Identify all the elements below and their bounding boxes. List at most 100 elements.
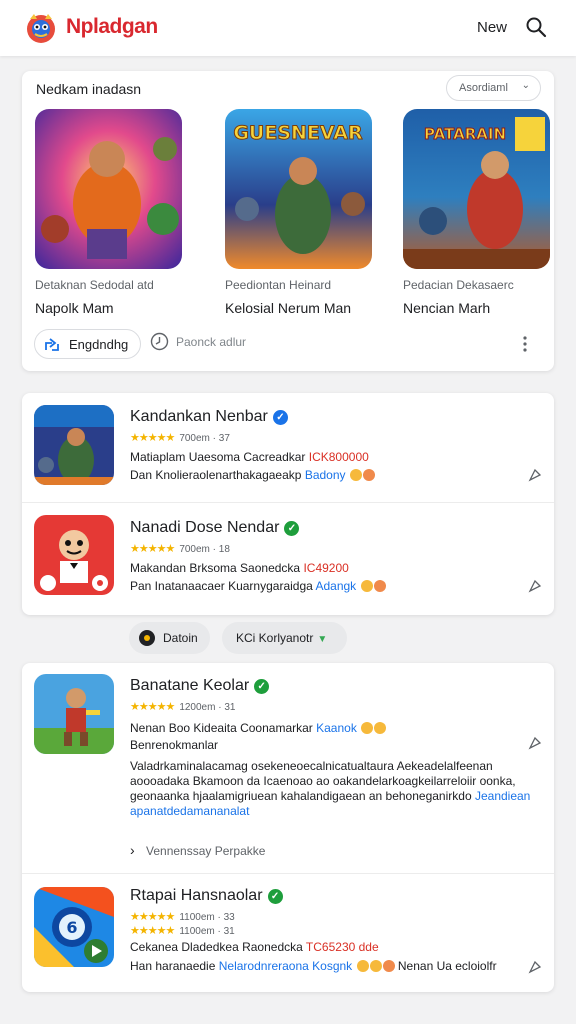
verified-badge-icon: ✓ — [272, 410, 288, 425]
app-title: Kandankan Nenbar ✓ — [130, 408, 288, 426]
expand-more-label: Vennenssay Perpakke — [146, 844, 266, 858]
tile-subtitle: Pedacian Dekasaerc — [403, 278, 514, 292]
rating-stars: ★★★★★ 700em · 37 — [130, 432, 230, 444]
coin-icon — [139, 630, 155, 646]
artwork-logo-text: GUESNEVAR — [233, 122, 363, 144]
rating-stars: ★★★★★ 700em · 18 — [130, 543, 230, 555]
artwork-logo-text: PATARAIN — [424, 125, 506, 143]
emoji-icon — [373, 580, 386, 592]
highlight-text: TC65230 dde — [305, 940, 379, 954]
list-item[interactable]: Kandankan Nenbar ✓ ★★★★★ 700em · 37 Matiap… — [22, 393, 554, 502]
filter-chip-label: Datoin — [163, 631, 198, 645]
expand-more-link[interactable]: › Vennenssay Perpakke — [130, 842, 266, 858]
app-header: Npladgan New — [0, 0, 576, 56]
featured-tile[interactable]: Detaknan Sedodal atd Napolk Mam — [35, 109, 182, 316]
app-description-line: Dan Knolieraolenarthakagaeakp Badony — [130, 468, 375, 482]
tile-title: Kelosial Nerum Man — [225, 300, 352, 316]
new-link[interactable]: New — [477, 19, 507, 36]
emoji-icon — [361, 722, 374, 734]
inline-link[interactable]: Kosgnk — [312, 959, 352, 973]
rating-meta: 700em · 18 — [179, 544, 230, 555]
list-item[interactable]: Nanadi Dose Nendar ✓ ★★★★★ 700em · 18 Maka… — [22, 502, 554, 615]
emoji-icon — [374, 722, 387, 734]
rating-meta: 700em · 37 — [179, 433, 230, 444]
app-description-line: Matiaplam Uaesoma Cacreadkar ICK800000 — [130, 450, 369, 464]
app-list-card: Banatane Keolar ✓ ★★★★★ 1200em · 31 Nenan … — [22, 663, 554, 992]
app-icon[interactable] — [34, 674, 114, 754]
chevron-down-icon: ▼ — [317, 634, 328, 645]
app-title-text: Kandankan Nenbar — [130, 408, 268, 425]
rating-meta: 1100em · 33 — [179, 912, 235, 923]
rating-meta: 1100em · 31 — [179, 926, 235, 937]
filter-dropdown[interactable]: Asordiaml ⌄ — [446, 75, 541, 101]
featured-tile[interactable]: GUESNEVAR Peediontan Heinard Kelosial Ne… — [225, 109, 372, 316]
list-item[interactable]: Banatane Keolar ✓ ★★★★★ 1200em · 31 Nenan … — [22, 663, 554, 873]
game-artwork[interactable] — [35, 109, 182, 269]
game-artwork[interactable]: GUESNEVAR — [225, 109, 372, 269]
rating-meta: 1200em · 31 — [179, 702, 236, 713]
app-description-line: Cekanea Dladedkea Raonedcka TC65230 dde — [130, 940, 379, 954]
app-description-line: Benrenokmanlar — [130, 738, 219, 752]
featured-card: Nedkam inadasn Asordiaml ⌄ Detaknan Sedo… — [22, 71, 554, 371]
more-options-icon[interactable] — [520, 335, 530, 353]
featured-tile[interactable]: PATARAIN Pedacian Dekasaerc Nencian Marh — [403, 109, 550, 316]
app-icon[interactable] — [34, 515, 114, 595]
search-icon[interactable] — [525, 16, 547, 38]
inline-link[interactable]: Kaanok — [316, 721, 357, 735]
inline-link[interactable]: Nelarodnreraona — [219, 959, 309, 973]
secondary-action[interactable]: Paonck adlur — [150, 332, 247, 351]
rating-stars: ★★★★★ 1200em · 31 — [130, 701, 236, 713]
tile-subtitle: Peediontan Heinard — [225, 278, 332, 292]
share-icon[interactable] — [527, 735, 543, 751]
secondary-action-label: Paonck adlur — [176, 335, 247, 349]
emoji-icon — [369, 960, 382, 972]
app-description-line: Nenan Boo Kideaita Coonamarkar Kaanok — [130, 721, 387, 735]
app-icon[interactable]: 6 — [34, 887, 114, 967]
clock-icon — [150, 332, 169, 351]
engage-button-label: Engdndhg — [69, 337, 129, 352]
tile-subtitle: Detaknan Sedodal atd — [35, 278, 154, 292]
share-arrow-icon — [45, 338, 59, 351]
verified-badge-icon: ✓ — [254, 679, 270, 694]
emoji-icon — [362, 469, 375, 481]
app-description-line: Han haranaedie Nelarodnreraona Kosgnk Ne… — [130, 959, 497, 973]
highlight-text: ICK800000 — [308, 450, 369, 464]
filter-chip[interactable]: KCi Korlyanotr ▼ — [222, 622, 347, 654]
app-title-text: Rtapai Hansnaolar — [130, 887, 263, 904]
app-long-description: Valadrkaminalacamag osekeneoecalnicatual… — [130, 759, 531, 818]
app-list-card: Kandankan Nenbar ✓ ★★★★★ 700em · 37 Matiap… — [22, 393, 554, 615]
share-icon[interactable] — [527, 467, 543, 483]
app-title-text: Nanadi Dose Nendar — [130, 519, 280, 536]
app-logo-icon[interactable] — [24, 11, 58, 45]
tile-title: Napolk Mam — [35, 300, 114, 316]
verified-badge-icon: ✓ — [267, 889, 283, 904]
inline-link[interactable]: Jeandiean — [475, 789, 530, 803]
rating-stars: ★★★★★ 1100em · 31 — [130, 925, 235, 937]
engage-button[interactable]: Engdndhg — [34, 329, 142, 359]
app-title-text: Banatane Keolar — [130, 677, 250, 694]
filter-chip-label: KCi Korlyanotr — [236, 631, 314, 645]
inline-link[interactable]: Adangk — [315, 579, 356, 593]
emoji-icon — [360, 580, 373, 592]
app-title: Rtapai Hansnaolar ✓ — [130, 887, 283, 905]
app-title: Banatane Keolar ✓ — [130, 677, 270, 695]
emoji-icon — [349, 469, 362, 481]
app-description-line: Makandan Brksoma Saonedcka IC49200 — [130, 561, 349, 575]
emoji-icon — [356, 960, 369, 972]
filter-chip[interactable]: Datoin — [129, 622, 210, 654]
tile-title: Nencian Marh — [403, 300, 491, 316]
section-title: Nedkam inadasn — [36, 81, 142, 97]
brand-name: Npladgan — [66, 15, 158, 38]
share-icon[interactable] — [527, 578, 543, 594]
verified-badge-icon: ✓ — [284, 521, 300, 536]
app-icon[interactable] — [34, 405, 114, 485]
game-artwork[interactable]: PATARAIN — [403, 109, 550, 269]
chevron-down-icon: ⌄ — [521, 80, 530, 91]
inline-link[interactable]: Badony — [305, 468, 346, 482]
app-description-line: Pan Inatanaacaer Kuarnygaraidga Adangk — [130, 579, 386, 593]
rating-stars: ★★★★★ 1100em · 33 — [130, 911, 235, 923]
list-item[interactable]: 6 Rtapai Hansnaolar ✓ ★★★★★ 1100em · 33 ★★… — [22, 873, 554, 992]
share-icon[interactable] — [527, 959, 543, 975]
svg-text:6: 6 — [66, 918, 77, 937]
emoji-icon — [382, 960, 395, 972]
